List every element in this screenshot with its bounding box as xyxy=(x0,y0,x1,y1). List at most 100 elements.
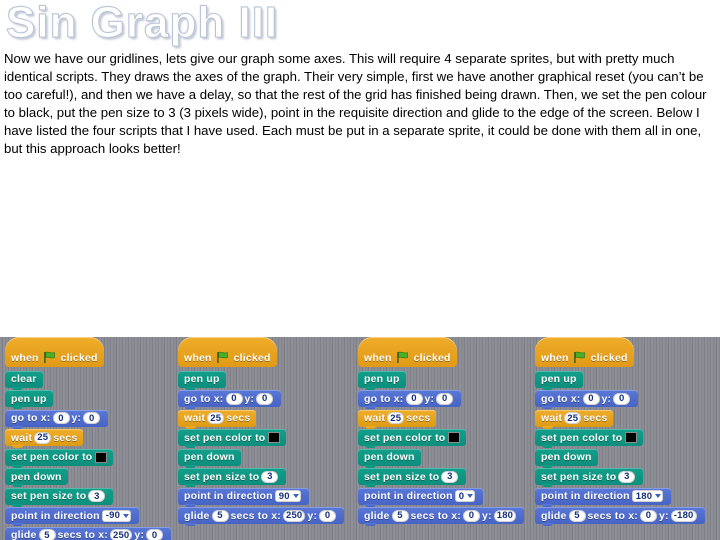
set-pen-color-label: set pen color to xyxy=(184,431,266,444)
pen-color-swatch[interactable] xyxy=(95,451,108,463)
wait-label: wait xyxy=(11,431,33,444)
set-pen-color-block[interactable]: set pen color to xyxy=(358,429,467,448)
pen-color-swatch[interactable] xyxy=(625,432,638,443)
set-pen-size-block[interactable]: set pen size to 3 xyxy=(358,468,467,487)
glide-y-label: y: xyxy=(658,509,669,522)
glide-y-input[interactable]: 0 xyxy=(146,529,164,540)
pen-size-input[interactable]: 3 xyxy=(618,470,636,483)
chevron-down-icon xyxy=(292,494,299,498)
set-pen-color-block[interactable]: set pen color to xyxy=(178,429,287,448)
glide-y-input[interactable]: -180 xyxy=(670,509,697,522)
set-pen-size-block[interactable]: set pen size to 3 xyxy=(5,487,114,507)
glide-block[interactable]: glide 5 secs to x: 250 y: 0 xyxy=(5,526,172,540)
script-column-4: when clicked pen up go to x: 0 y: 0 wait 25 secs s… xyxy=(535,337,705,526)
when-flag-clicked-block[interactable]: when clicked xyxy=(358,337,457,367)
pen-up-block[interactable]: pen up xyxy=(5,390,53,409)
secs-label: secs xyxy=(406,412,431,424)
pen-color-swatch[interactable] xyxy=(268,432,281,443)
go-to-y-label: y: xyxy=(244,392,255,405)
pen-up-label: pen up xyxy=(184,373,220,385)
pen-down-block[interactable]: pen down xyxy=(5,468,68,487)
pen-down-block[interactable]: pen down xyxy=(178,448,241,468)
glide-secs-input[interactable]: 5 xyxy=(211,509,229,522)
pen-size-input[interactable]: 3 xyxy=(261,470,279,483)
glide-secs-input[interactable]: 5 xyxy=(391,509,409,522)
point-in-direction-label: point in direction xyxy=(541,490,630,502)
wait-secs-input[interactable]: 25 xyxy=(207,412,225,424)
direction-dropdown-value: 0 xyxy=(458,490,465,502)
pen-down-block[interactable]: pen down xyxy=(358,448,421,468)
when-flag-clicked-block[interactable]: when clicked xyxy=(5,337,104,367)
go-to-xy-block[interactable]: go to x: 0 y: 0 xyxy=(535,390,639,409)
wait-secs-block[interactable]: wait 25 secs xyxy=(358,409,437,429)
wait-secs-input[interactable]: 25 xyxy=(387,412,405,424)
set-pen-size-block[interactable]: set pen size to 3 xyxy=(178,468,287,487)
go-to-x-input[interactable]: 0 xyxy=(225,392,243,405)
pen-color-swatch[interactable] xyxy=(448,432,461,443)
direction-dropdown[interactable]: 180 xyxy=(631,490,664,502)
glide-block[interactable]: glide 5 secs to x: 0 y: -180 xyxy=(535,507,705,526)
pen-up-label: pen up xyxy=(364,373,400,385)
go-to-y-input[interactable]: 0 xyxy=(83,412,101,424)
pen-up-block[interactable]: pen up xyxy=(535,370,583,390)
glide-y-input[interactable]: 0 xyxy=(319,509,337,522)
set-pen-color-block[interactable]: set pen color to xyxy=(535,429,644,448)
go-to-xy-block[interactable]: go to x: 0 y: 0 xyxy=(5,409,109,429)
pen-up-block[interactable]: pen up xyxy=(358,370,406,390)
glide-y-input[interactable]: 180 xyxy=(493,509,517,522)
wait-secs-input[interactable]: 25 xyxy=(34,431,52,444)
green-flag-icon xyxy=(43,351,55,363)
go-to-x-input[interactable]: 0 xyxy=(52,412,70,424)
clear-block[interactable]: clear xyxy=(5,370,43,390)
direction-dropdown[interactable]: 90 xyxy=(274,490,301,502)
direction-dropdown[interactable]: -90 xyxy=(101,509,132,522)
clicked-label: clicked xyxy=(233,352,271,364)
point-in-direction-block[interactable]: point in direction 0 xyxy=(358,487,484,507)
green-flag-icon xyxy=(216,351,228,363)
go-to-y-input[interactable]: 0 xyxy=(436,392,454,405)
set-pen-color-block[interactable]: set pen color to xyxy=(5,448,114,468)
wait-secs-block[interactable]: wait 25 secs xyxy=(178,409,257,429)
glide-x-input[interactable]: 250 xyxy=(282,509,306,522)
wait-secs-block[interactable]: wait 25 secs xyxy=(5,429,84,448)
glide-x-input[interactable]: 250 xyxy=(109,529,133,540)
go-to-x-input[interactable]: 0 xyxy=(582,392,600,405)
go-to-y-input[interactable]: 0 xyxy=(613,392,631,405)
point-in-direction-label: point in direction xyxy=(364,490,453,502)
direction-dropdown[interactable]: 0 xyxy=(454,490,476,502)
chevron-down-icon xyxy=(655,494,662,498)
pen-size-input[interactable]: 3 xyxy=(441,470,459,483)
glide-x-input[interactable]: 0 xyxy=(462,509,480,522)
secs-label: secs xyxy=(583,412,608,424)
wait-label: wait xyxy=(184,412,206,424)
glide-block[interactable]: glide 5 secs to x: 0 y: 180 xyxy=(358,507,525,526)
glide-secs-input[interactable]: 5 xyxy=(38,529,56,540)
point-in-direction-block[interactable]: point in direction 90 xyxy=(178,487,309,507)
pen-down-block[interactable]: pen down xyxy=(535,448,598,468)
when-flag-clicked-block[interactable]: when clicked xyxy=(178,337,277,367)
go-to-x-input[interactable]: 0 xyxy=(405,392,423,405)
go-to-x-label: go to x: xyxy=(541,392,581,405)
pen-up-block[interactable]: pen up xyxy=(178,370,226,390)
wait-label: wait xyxy=(364,412,386,424)
clear-label: clear xyxy=(11,373,37,385)
go-to-xy-block[interactable]: go to x: 0 y: 0 xyxy=(178,390,282,409)
glide-secs-input[interactable]: 5 xyxy=(568,509,586,522)
wait-secs-input[interactable]: 25 xyxy=(564,412,582,424)
point-in-direction-block[interactable]: point in direction -90 xyxy=(5,507,140,526)
glide-to-x-label: secs to x: xyxy=(230,509,281,522)
go-to-x-label: go to x: xyxy=(184,392,224,405)
go-to-xy-block[interactable]: go to x: 0 y: 0 xyxy=(358,390,462,409)
go-to-y-input[interactable]: 0 xyxy=(256,392,274,405)
wait-secs-block[interactable]: wait 25 secs xyxy=(535,409,614,429)
set-pen-size-label: set pen size to xyxy=(184,470,260,483)
set-pen-size-block[interactable]: set pen size to 3 xyxy=(535,468,644,487)
pen-up-label: pen up xyxy=(541,373,577,385)
when-flag-clicked-block[interactable]: when clicked xyxy=(535,337,634,367)
set-pen-size-label: set pen size to xyxy=(541,470,617,483)
glide-x-input[interactable]: 0 xyxy=(639,509,657,522)
glide-block[interactable]: glide 5 secs to x: 250 y: 0 xyxy=(178,507,345,526)
pen-size-input[interactable]: 3 xyxy=(88,490,106,502)
point-in-direction-block[interactable]: point in direction 180 xyxy=(535,487,672,507)
glide-label: glide xyxy=(364,509,390,522)
